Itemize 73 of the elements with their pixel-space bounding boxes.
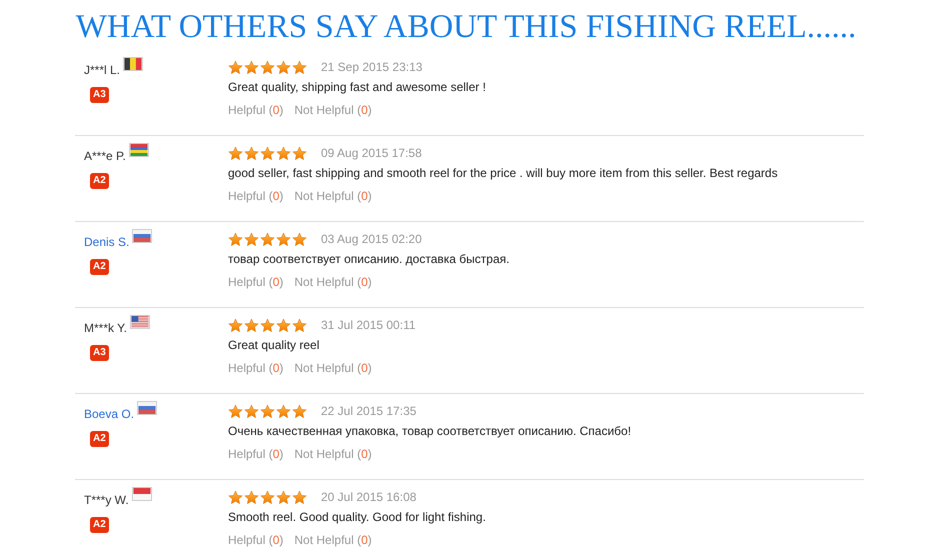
star-icon xyxy=(228,404,243,418)
star-icon xyxy=(276,146,291,160)
star-icon xyxy=(292,318,307,332)
star-icon xyxy=(260,146,275,160)
review-date: 21 Sep 2015 23:13 xyxy=(321,59,422,76)
star-icon xyxy=(276,318,291,332)
flag-icon xyxy=(132,487,152,501)
level-badge: A2 xyxy=(90,259,109,275)
star-icon xyxy=(244,404,259,418)
star-icon xyxy=(260,232,275,246)
star-icon xyxy=(260,318,275,332)
star-icon xyxy=(292,146,307,160)
star-icon xyxy=(244,490,259,504)
reviewer-name: M***k Y. xyxy=(84,320,127,337)
star-icon xyxy=(276,490,291,504)
review-text: Great quality, shipping fast and awesome seller ! xyxy=(228,80,486,95)
star-icon xyxy=(292,232,307,246)
helpful-link[interactable]: Helpful (0) xyxy=(228,189,284,204)
flag-icon xyxy=(123,57,144,71)
review-text: Smooth reel. Good quality. Good for light fishing. xyxy=(228,510,486,525)
helpful-link[interactable]: Helpful (0) xyxy=(228,275,284,290)
star-icon xyxy=(244,146,259,160)
reviewer-name: T***y W. xyxy=(84,492,129,509)
review-text: Great quality reel xyxy=(228,338,320,353)
review-text: товар соответствует описанию. доставка быстрая. xyxy=(228,252,510,267)
flag-icon xyxy=(137,401,158,415)
star-icon xyxy=(228,318,243,332)
flag-icon xyxy=(132,229,152,243)
level-badge: A3 xyxy=(90,345,109,361)
flag-icon xyxy=(130,315,150,329)
review-date: 09 Aug 2015 17:58 xyxy=(321,145,422,162)
not-helpful-link[interactable]: Not Helpful (0) xyxy=(294,103,372,118)
star-icon xyxy=(260,404,275,418)
star-icon xyxy=(276,404,291,418)
review-date: 20 Jul 2015 16:08 xyxy=(321,489,416,506)
not-helpful-link[interactable]: Not Helpful (0) xyxy=(294,447,372,462)
reviewer-name: J***l L. xyxy=(84,62,120,79)
review-date: 22 Jul 2015 17:35 xyxy=(321,403,416,420)
not-helpful-link[interactable]: Not Helpful (0) xyxy=(294,533,372,548)
flag-icon xyxy=(128,143,149,157)
level-badge: A2 xyxy=(90,431,109,447)
review-date: 03 Aug 2015 02:20 xyxy=(321,231,422,248)
star-icon xyxy=(276,60,291,74)
star-icon xyxy=(244,318,259,332)
reviewer-name[interactable]: Denis S. xyxy=(84,233,130,251)
star-icon xyxy=(244,232,259,246)
reviewer-name[interactable]: Boeva O. xyxy=(84,405,134,423)
review-text: good seller, fast shipping and smooth reel for the price . will buy more item from this seller. Best regards xyxy=(228,166,778,181)
helpful-link[interactable]: Helpful (0) xyxy=(228,447,284,462)
star-icon xyxy=(260,60,275,74)
not-helpful-link[interactable]: Not Helpful (0) xyxy=(294,361,372,376)
page-title: WHAT OTHERS SAY ABOUT THIS FISHING REEL...... xyxy=(76,8,856,47)
review-text: Очень качественная упаковка, товар соответствует описанию. Спасибо! xyxy=(228,424,632,439)
level-badge: A2 xyxy=(90,517,109,533)
star-icon xyxy=(292,60,307,74)
not-helpful-link[interactable]: Not Helpful (0) xyxy=(294,189,372,204)
helpful-link[interactable]: Helpful (0) xyxy=(228,361,284,376)
star-icon xyxy=(228,490,243,504)
star-icon xyxy=(292,404,307,418)
star-icon xyxy=(292,490,307,504)
star-icon xyxy=(276,232,291,246)
level-badge: A2 xyxy=(90,173,109,189)
helpful-link[interactable]: Helpful (0) xyxy=(228,533,284,548)
star-icon xyxy=(260,490,275,504)
helpful-link[interactable]: Helpful (0) xyxy=(228,103,284,118)
level-badge: A3 xyxy=(90,87,109,103)
reviewer-name: A***e P. xyxy=(84,148,126,165)
star-icon xyxy=(228,60,243,74)
not-helpful-link[interactable]: Not Helpful (0) xyxy=(294,275,372,290)
star-icon xyxy=(228,146,243,160)
star-icon xyxy=(228,232,243,246)
review-date: 31 Jul 2015 00:11 xyxy=(321,317,416,334)
star-icon xyxy=(244,60,259,74)
